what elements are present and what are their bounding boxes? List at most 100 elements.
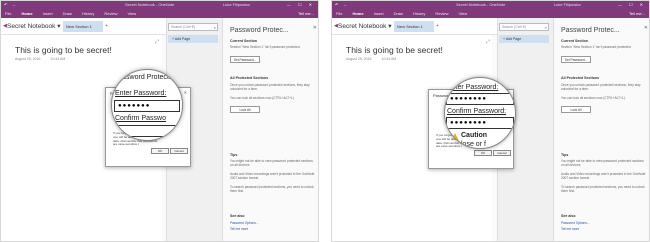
magnifier-lens: Password Protecti Enter Password: ●●●●●●… <box>111 69 183 141</box>
tip-item: Audio and Video recordings aren't protec… <box>230 172 315 181</box>
title-bar: ↶ ← Secret Notebook - OneNote Luke Filip… <box>332 1 649 9</box>
ok-button[interactable]: OK <box>474 150 492 156</box>
notebook-dropdown[interactable]: Secret Notebook ▾ <box>7 22 61 30</box>
all-protected-heading: All Protected Sections <box>230 76 269 80</box>
tab-history[interactable]: History <box>413 9 425 18</box>
tell-me-box[interactable]: Tell me... <box>629 9 645 18</box>
page-date: August 25, 2016 10:44 AM <box>346 57 396 61</box>
onenote-window-left: ↶ ← Secret Notebook - OneNote Luke Filip… <box>0 0 319 242</box>
tab-insert[interactable]: Insert <box>374 9 384 18</box>
lock-all-button[interactable]: Lock All <box>230 106 260 113</box>
user-name[interactable]: Luke Filipowicz <box>223 1 250 9</box>
add-section-icon[interactable]: + <box>436 23 439 29</box>
tell-me-box[interactable]: Tell me... <box>298 9 314 18</box>
quick-access-toolbar[interactable]: ↶ ← <box>4 1 18 9</box>
tell-me-more-link[interactable]: Tell me more <box>230 227 248 231</box>
date-text: August 25, 2016 <box>346 57 372 61</box>
tip-item: You might not be able to view password p… <box>230 159 313 168</box>
notebook-dropdown[interactable]: Secret Notebook ▾ <box>338 22 392 30</box>
onenote-window-right: ↶ ← Secret Notebook - OneNote Luke Filip… <box>331 0 650 242</box>
tab-draw[interactable]: Draw <box>394 9 403 18</box>
task-pane-title: Password Protec... <box>230 27 289 34</box>
all-protected-text: Once you unlock password protected secti… <box>561 83 641 92</box>
tab-view[interactable]: View <box>128 9 137 18</box>
user-name[interactable]: Luke Filipowicz <box>554 1 581 9</box>
tip-item: You might not be able to view password p… <box>561 159 644 168</box>
date-text: August 25, 2016 <box>15 57 41 61</box>
tab-view[interactable]: View <box>459 9 468 18</box>
set-password-button[interactable]: Set Password... <box>561 56 591 63</box>
tab-home[interactable]: Home <box>21 9 32 18</box>
tip-item: To search password protected sections, y… <box>561 185 645 194</box>
tab-history[interactable]: History <box>82 9 94 18</box>
tips-heading: Tips <box>230 153 238 157</box>
tab-review[interactable]: Review <box>104 9 117 18</box>
section-tab[interactable]: New Section 1 <box>394 21 434 32</box>
current-section-heading: Current Section <box>561 39 588 43</box>
password-options-link[interactable]: Password Options... <box>230 221 259 225</box>
add-page-button[interactable]: + Add Page <box>499 35 549 43</box>
title-bar: ↶ ← Secret Notebook - OneNote Luke Filip… <box>1 1 318 9</box>
cancel-button[interactable]: Cancel <box>493 150 511 156</box>
close-icon[interactable]: ✕ <box>313 25 317 31</box>
confirm-password-field[interactable] <box>114 125 180 137</box>
all-protected-text: Once you unlock password protected secti… <box>230 83 310 92</box>
section-tab[interactable]: New Section 1 <box>63 21 103 32</box>
lock-all-text: You can lock all sections now (CTRL+ALT+… <box>561 96 625 100</box>
page-title[interactable]: This is going to be secret! <box>15 45 112 55</box>
expand-icon[interactable]: ⤢ <box>486 39 490 45</box>
tab-home[interactable]: Home <box>352 9 363 18</box>
lock-all-text: You can lock all sections now (CTRL+ALT+… <box>230 96 294 100</box>
search-icon[interactable]: ⌕ <box>214 24 216 31</box>
tab-file[interactable]: File <box>5 9 11 18</box>
tab-draw[interactable]: Draw <box>63 9 72 18</box>
caution-text: lose or f <box>461 141 486 148</box>
search-placeholder: Search (Ctrl+E) <box>502 25 527 29</box>
confirm-password-label: Confirm Passwo <box>115 115 166 122</box>
time-text: 10:44 AM <box>50 57 66 61</box>
window-controls[interactable]: — ☐ ✕ <box>287 1 315 9</box>
task-pane-title: Password Protec... <box>561 27 620 34</box>
window-title: Secret Notebook - OneNote <box>456 2 506 7</box>
search-placeholder: Search (Ctrl+E) <box>171 25 196 29</box>
add-page-button[interactable]: + Add Page <box>168 35 218 43</box>
quick-access-toolbar[interactable]: ↶ ← <box>335 1 349 9</box>
current-section-text: Section "New Section 1" isn't password p… <box>561 45 632 49</box>
see-also-heading: See also <box>230 214 245 218</box>
window-title: Secret Notebook - OneNote <box>125 2 175 7</box>
page-title[interactable]: This is going to be secret! <box>346 45 443 55</box>
tab-file[interactable]: File <box>336 9 342 18</box>
see-also-heading: See also <box>561 214 576 218</box>
close-icon[interactable]: ✕ <box>644 25 648 31</box>
page-date: August 25, 2016 10:44 AM <box>15 57 65 61</box>
confirm-password-label: Confirm Password: <box>447 108 507 115</box>
enter-password-field[interactable]: ●●●●●●●● <box>446 93 514 105</box>
ribbon-tabs: File Home Insert Draw History Review Vie… <box>332 9 649 18</box>
current-section-text: Section "New Section 1" isn't password p… <box>230 45 301 49</box>
search-icon[interactable]: ⌕ <box>545 24 547 31</box>
close-icon[interactable]: ✕ <box>184 90 187 95</box>
tip-item: Audio and Video recordings aren't protec… <box>561 172 646 181</box>
enter-password-field[interactable]: ●●●●●●● <box>114 100 180 112</box>
tell-me-more-link[interactable]: Tell me more <box>561 227 579 231</box>
tips-heading: Tips <box>561 153 569 157</box>
zoomed-dialog-title: Password Protecti <box>114 74 171 81</box>
caution-label: Caution <box>461 132 488 139</box>
tab-review[interactable]: Review <box>435 9 448 18</box>
cancel-button[interactable]: Cancel <box>170 148 188 154</box>
search-input[interactable]: Search (Ctrl+E) ⌕ <box>499 23 549 31</box>
set-password-button[interactable]: Set Password... <box>230 56 260 63</box>
lock-all-button[interactable]: Lock All <box>561 106 591 113</box>
enter-password-label: Enter Password: <box>115 90 167 97</box>
magnifier-lens: Enter Password: ●●●●●●●● Confirm Passwor… <box>444 77 516 149</box>
ok-button[interactable]: OK <box>151 148 169 154</box>
tab-insert[interactable]: Insert <box>43 9 53 18</box>
confirm-password-field[interactable]: ●●●●●●●● <box>446 117 514 129</box>
warning-icon <box>451 133 459 141</box>
window-controls[interactable]: — ☐ ✕ <box>618 1 646 9</box>
password-task-pane: Password Protec... ✕ Current Section Sec… <box>222 18 318 241</box>
expand-icon[interactable]: ⤢ <box>155 39 159 45</box>
add-section-icon[interactable]: + <box>105 23 108 29</box>
password-options-link[interactable]: Password Options... <box>561 221 590 225</box>
search-input[interactable]: Search (Ctrl+E) ⌕ <box>168 23 218 31</box>
